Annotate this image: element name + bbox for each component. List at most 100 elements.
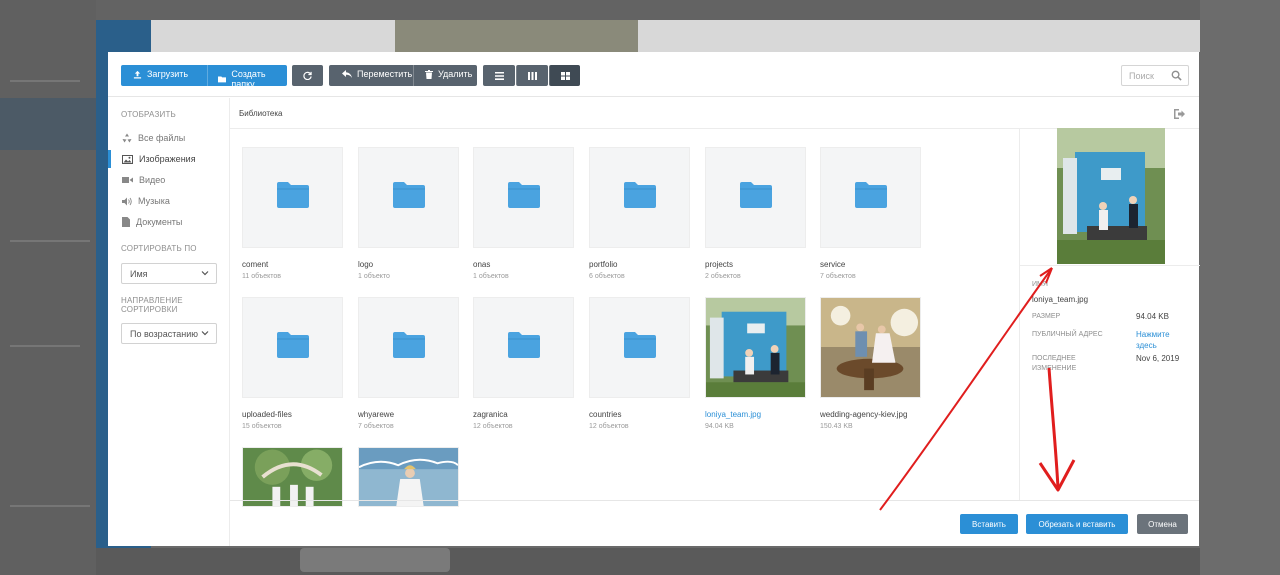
move-button[interactable]: Переместить xyxy=(342,69,412,79)
file-meta: 12 объектов xyxy=(473,423,513,430)
search-input[interactable]: Поиск xyxy=(1121,65,1189,86)
folder-tile[interactable]: coment 11 объектов xyxy=(242,147,343,280)
file-meta: 6 объектов xyxy=(589,273,625,280)
file-preview xyxy=(1057,128,1165,264)
file-meta: 12 объектов xyxy=(589,423,629,430)
crop-and-insert-button[interactable]: Обрезать и вставить xyxy=(1026,514,1128,534)
folder-tile[interactable]: zagranica 12 объектов xyxy=(473,297,574,430)
file-name: wedding-agency-kiev.jpg xyxy=(820,410,908,419)
image-tile[interactable] xyxy=(242,447,343,507)
image-tile[interactable]: wedding-agency-kiev.jpg 150.43 KB xyxy=(820,297,921,430)
folder-thumbnail xyxy=(473,147,574,248)
backdrop-line xyxy=(10,345,80,347)
file-name: logo xyxy=(358,260,374,269)
sidebar-item-all-files[interactable]: Все файлы xyxy=(108,129,229,147)
folder-tile[interactable]: countries 12 объектов xyxy=(589,297,690,430)
folder-icon xyxy=(739,182,772,213)
sidebar-item-label: Изображения xyxy=(139,154,196,164)
search-icon[interactable] xyxy=(1171,70,1182,81)
file-meta: 7 объектов xyxy=(820,273,856,280)
modified-label-line-2: ИЗМЕНЕНИЕ xyxy=(1032,365,1077,372)
folder-thumbnail xyxy=(242,297,343,398)
insert-button[interactable]: Вставить xyxy=(960,514,1018,534)
sidebar-item-images[interactable]: Изображения xyxy=(108,150,229,168)
exit-icon[interactable] xyxy=(1174,109,1185,119)
public-url-link[interactable]: Нажмите xyxy=(1136,329,1170,340)
image-icon xyxy=(122,154,133,164)
view-columns-button[interactable] xyxy=(516,65,548,86)
sidebar-item-label: Документы xyxy=(136,217,183,227)
folder-thumbnail xyxy=(358,297,459,398)
backdrop-line xyxy=(10,505,90,507)
upload-icon xyxy=(133,70,142,79)
sidebar-item-documents[interactable]: Документы xyxy=(108,213,229,231)
folder-tile[interactable]: uploaded-files 15 объектов xyxy=(242,297,343,430)
view-list-button[interactable] xyxy=(483,65,515,86)
file-name: uploaded-files xyxy=(242,410,292,419)
sidebar-item-music[interactable]: Музыка xyxy=(108,192,229,210)
backdrop-line xyxy=(10,80,80,82)
folder-tile[interactable]: onas 1 объектов xyxy=(473,147,574,280)
folder-thumbnail xyxy=(705,147,806,248)
chevron-down-icon xyxy=(201,271,209,276)
file-size-value: 94.04 KB xyxy=(1136,312,1169,321)
upload-button[interactable]: Загрузить xyxy=(133,69,188,79)
folder-thumbnail xyxy=(242,147,343,248)
folder-tile[interactable]: portfolio 6 объектов xyxy=(589,147,690,280)
folder-icon xyxy=(507,182,540,213)
grid-view-icon xyxy=(560,71,570,80)
file-meta: 1 объектов xyxy=(473,273,509,280)
preview-photo xyxy=(1057,128,1165,264)
create-folder-button[interactable]: Создать папку xyxy=(218,69,287,89)
folder-icon xyxy=(507,332,540,363)
folder-tile[interactable]: service 7 объектов xyxy=(820,147,921,280)
folder-thumbnail xyxy=(589,297,690,398)
sidebar-item-label: Все файлы xyxy=(138,133,186,143)
sidebar-item-label: Музыка xyxy=(138,196,170,206)
view-grid-button[interactable] xyxy=(549,65,580,86)
image-tile[interactable]: loniya_team.jpg 94.04 KB xyxy=(705,297,806,430)
display-heading: ОТОБРАЗИТЬ xyxy=(121,110,176,119)
folder-thumbnail xyxy=(358,147,459,248)
reply-arrow-icon xyxy=(342,70,352,78)
move-delete-group: Переместить Удалить xyxy=(329,65,477,86)
image-thumbnail xyxy=(820,297,921,398)
sort-by-select[interactable]: Имя xyxy=(121,263,217,284)
refresh-button[interactable] xyxy=(292,65,323,86)
image-thumbnail xyxy=(242,447,343,507)
file-manager-modal: Загрузить Создать папку Переместить Удал… xyxy=(108,52,1200,546)
name-label: ИМЯ xyxy=(1032,281,1048,288)
sort-direction-select[interactable]: По возрастанию xyxy=(121,323,217,344)
file-name: coment xyxy=(242,260,269,269)
folder-tile[interactable]: logo 1 объекто xyxy=(358,147,459,280)
file-grid: coment 11 объектов logo 1 объекто onas 1 объе… xyxy=(230,98,1019,507)
search-placeholder: Поиск xyxy=(1129,70,1154,81)
chevron-down-icon xyxy=(201,331,209,336)
move-label: Переместить xyxy=(357,69,413,79)
public-url-link-line-2[interactable]: здесь xyxy=(1136,340,1157,351)
divider xyxy=(413,65,414,86)
direction-heading-line-2: СОРТИРОВКИ xyxy=(121,305,178,314)
speaker-icon xyxy=(122,197,132,205)
backdrop-page-strip xyxy=(151,20,1200,52)
public-url-label: ПУБЛИЧНЫЙ АДРЕС xyxy=(1032,331,1103,338)
sidebar-item-label: Видео xyxy=(139,175,166,185)
image-tile[interactable] xyxy=(358,447,459,507)
sidebar-item-video[interactable]: Видео xyxy=(108,171,229,189)
image-thumbnail xyxy=(358,447,459,507)
modified-date-value: Nov 6, 2019 xyxy=(1136,354,1180,363)
columns-view-icon xyxy=(528,71,537,80)
trash-icon xyxy=(425,69,433,79)
file-name: service xyxy=(820,260,846,269)
file-info-panel: ИМЯ loniya_team.jpg РАЗМЕР 94.04 KB ПУБЛ… xyxy=(1019,128,1200,500)
size-label: РАЗМЕР xyxy=(1032,313,1061,320)
cancel-button[interactable]: Отмена xyxy=(1137,514,1188,534)
folder-tile[interactable]: projects 2 объектов xyxy=(705,147,806,280)
file-name: whyarewe xyxy=(358,410,395,419)
file-meta: 11 объектов xyxy=(242,273,282,280)
folder-tile[interactable]: whyarewe 7 объектов xyxy=(358,297,459,430)
backdrop-left-highlight xyxy=(0,98,96,150)
delete-button[interactable]: Удалить xyxy=(425,69,472,79)
recycle-icon xyxy=(122,133,132,143)
file-meta: 7 объектов xyxy=(358,423,394,430)
